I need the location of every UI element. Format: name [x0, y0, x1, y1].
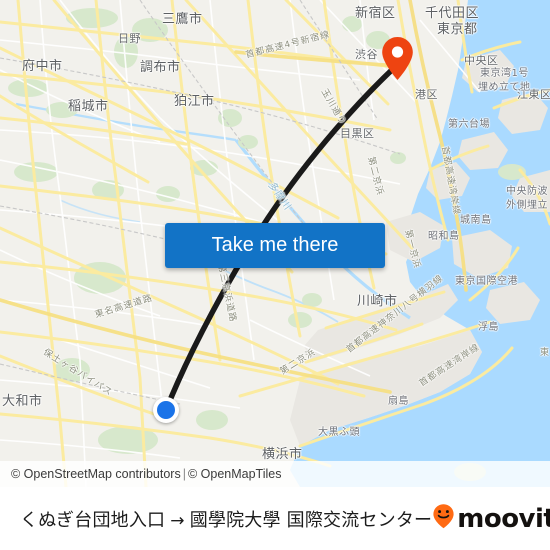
moovit-trip-map-page: 三鷹市 新宿区 千代田区 東京都 府中市 調布市 日野 渋谷 港区 中央区 江東区 稲城市 狛江市 目黒区… — [0, 0, 550, 550]
trip-title: くぬぎ台団地入口 → 國學院大學 国際交流センター — [20, 506, 432, 532]
trip-footer: くぬぎ台団地入口 → 國學院大學 国際交流センター moovit — [0, 487, 550, 550]
origin-dot[interactable] — [153, 397, 179, 423]
map-attribution: © OpenStreetMap contributors | © OpenMapTi… — [0, 461, 550, 487]
arrow-right-icon: → — [170, 510, 185, 531]
moovit-wordmark: moovit — [457, 503, 550, 534]
attribution-osm[interactable]: © OpenStreetMap contributors — [11, 467, 181, 481]
trip-origin-label: くぬぎ台団地入口 — [20, 509, 166, 531]
moovit-logo[interactable]: moovit — [432, 503, 550, 534]
take-me-there-button[interactable]: Take me there — [165, 223, 385, 268]
route-map[interactable]: 三鷹市 新宿区 千代田区 東京都 府中市 調布市 日野 渋谷 港区 中央区 江東区 稲城市 狛江市 目黒区… — [0, 0, 550, 487]
trip-destination-label: 國學院大學 国際交流センター — [189, 509, 433, 531]
destination-pin[interactable] — [381, 36, 414, 81]
attribution-separator: | — [182, 467, 186, 481]
moovit-pin-icon — [432, 503, 455, 534]
attribution-tiles[interactable]: © OpenMapTiles — [188, 467, 282, 481]
